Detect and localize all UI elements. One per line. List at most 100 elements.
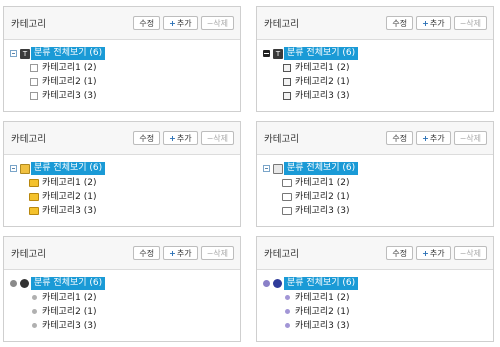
panel-header: 카테고리 수정 +추가 −삭제	[4, 122, 240, 155]
panel-header: 카테고리 수정 +추가 −삭제	[257, 237, 493, 270]
category-label[interactable]: 카테고리1 (2)	[42, 176, 96, 190]
category-label[interactable]: 카테고리2 (1)	[42, 190, 96, 204]
edit-button[interactable]: 수정	[386, 16, 414, 30]
edit-button[interactable]: 수정	[133, 131, 161, 145]
category-label[interactable]: 카테고리3 (3)	[295, 204, 349, 218]
bullet-icon	[285, 323, 290, 328]
root-category-label[interactable]: 분류 전체보기 (6)	[31, 162, 106, 175]
category-panel-1: 카테고리 수정 +추가 −삭제 T 분류 전체보기 (6) 카테고리1 (2) …	[3, 6, 241, 112]
add-button[interactable]: +추가	[163, 131, 198, 145]
bullet-icon	[285, 295, 290, 300]
collapse-toggle-icon[interactable]	[263, 165, 270, 172]
add-button[interactable]: +추가	[163, 16, 198, 30]
delete-button[interactable]: −삭제	[200, 131, 234, 145]
category-label[interactable]: 카테고리1 (2)	[42, 291, 96, 305]
add-button[interactable]: +추가	[163, 246, 198, 260]
page-icon	[30, 78, 38, 86]
page-icon	[283, 92, 291, 100]
edit-button[interactable]: 수정	[386, 246, 414, 260]
panel-title: 카테고리	[264, 134, 299, 145]
plus-icon: +	[422, 134, 429, 143]
panel-header: 카테고리 수정 +추가 −삭제	[4, 237, 240, 270]
collapse-toggle-icon[interactable]	[10, 50, 17, 57]
category-label[interactable]: 카테고리1 (2)	[42, 61, 96, 75]
add-label: 추가	[429, 134, 445, 143]
collapse-toggle-icon[interactable]	[10, 165, 17, 172]
category-label[interactable]: 카테고리3 (3)	[42, 89, 96, 103]
plus-icon: +	[169, 134, 176, 143]
bullet-icon	[32, 323, 37, 328]
delete-button[interactable]: −삭제	[453, 16, 487, 30]
delete-label: 삭제	[213, 19, 228, 28]
delete-label: 삭제	[213, 249, 228, 258]
category-label[interactable]: 카테고리1 (2)	[295, 176, 349, 190]
delete-button[interactable]: −삭제	[200, 246, 234, 260]
delete-button[interactable]: −삭제	[200, 16, 234, 30]
category-label[interactable]: 카테고리3 (3)	[295, 319, 349, 333]
category-label[interactable]: 카테고리3 (3)	[42, 204, 96, 218]
page-icon	[283, 78, 291, 86]
panel-title: 카테고리	[264, 19, 299, 30]
category-label[interactable]: 카테고리2 (1)	[295, 190, 349, 204]
root-t-icon: T	[273, 49, 283, 59]
delete-button[interactable]: −삭제	[453, 246, 487, 260]
collapse-toggle-icon[interactable]	[263, 50, 270, 57]
bullet-icon	[32, 295, 37, 300]
panel-buttons: 수정 +추가 −삭제	[133, 131, 234, 145]
add-label: 추가	[429, 19, 445, 28]
root-category-label[interactable]: 분류 전체보기 (6)	[284, 47, 359, 60]
category-label[interactable]: 카테고리3 (3)	[295, 89, 349, 103]
collapse-toggle-icon[interactable]	[10, 280, 17, 287]
add-label: 추가	[176, 19, 192, 28]
delete-label: 삭제	[466, 19, 481, 28]
edit-button[interactable]: 수정	[386, 131, 414, 145]
category-label[interactable]: 카테고리2 (1)	[295, 305, 349, 319]
category-label[interactable]: 카테고리1 (2)	[295, 291, 349, 305]
delete-label: 삭제	[466, 249, 481, 258]
panel-title: 카테고리	[264, 249, 299, 260]
panel-buttons: 수정 +추가 −삭제	[133, 246, 234, 260]
add-label: 추가	[176, 134, 192, 143]
add-label: 추가	[176, 249, 192, 258]
folder-icon	[29, 207, 39, 215]
folder-icon	[29, 179, 39, 187]
add-label: 추가	[429, 249, 445, 258]
panel-buttons: 수정 +추가 −삭제	[386, 131, 487, 145]
category-label[interactable]: 카테고리1 (2)	[295, 61, 349, 75]
edit-button[interactable]: 수정	[133, 246, 161, 260]
edit-button[interactable]: 수정	[133, 16, 161, 30]
root-category-label[interactable]: 분류 전체보기 (6)	[31, 47, 106, 60]
panel-title: 카테고리	[11, 19, 46, 30]
category-label[interactable]: 카테고리2 (1)	[295, 75, 349, 89]
panel-buttons: 수정 +추가 −삭제	[386, 16, 487, 30]
category-panel-4: 카테고리 수정 +추가 −삭제 분류 전체보기 (6) 카테고리1 (2) 카테…	[256, 121, 494, 227]
add-button[interactable]: +추가	[416, 131, 451, 145]
panel-header: 카테고리 수정 +추가 −삭제	[257, 122, 493, 155]
box-icon	[273, 164, 283, 174]
bullet-icon	[32, 309, 37, 314]
category-label[interactable]: 카테고리2 (1)	[42, 75, 96, 89]
category-panel-2: 카테고리 수정 +추가 −삭제 T 분류 전체보기 (6) 카테고리1 (2) …	[256, 6, 494, 112]
page-icon	[30, 64, 38, 72]
panel-header: 카테고리 수정 +추가 −삭제	[4, 7, 240, 40]
category-label[interactable]: 카테고리2 (1)	[42, 305, 96, 319]
delete-button[interactable]: −삭제	[453, 131, 487, 145]
root-category-label[interactable]: 분류 전체보기 (6)	[31, 277, 106, 290]
folder-icon	[29, 193, 39, 201]
root-dot-icon	[273, 279, 282, 288]
panel-title: 카테고리	[11, 134, 46, 145]
add-button[interactable]: +추가	[416, 246, 451, 260]
collapse-toggle-icon[interactable]	[263, 280, 270, 287]
plus-icon: +	[422, 19, 429, 28]
plus-icon: +	[169, 249, 176, 258]
category-label[interactable]: 카테고리3 (3)	[42, 319, 96, 333]
root-category-label[interactable]: 분류 전체보기 (6)	[284, 277, 359, 290]
folder-outline-icon	[282, 193, 292, 201]
plus-icon: +	[169, 19, 176, 28]
category-panel-6: 카테고리 수정 +추가 −삭제 분류 전체보기 (6) 카테고리1 (2) 카테…	[256, 236, 494, 342]
delete-label: 삭제	[466, 134, 481, 143]
panel-title: 카테고리	[11, 249, 46, 260]
root-category-label[interactable]: 분류 전체보기 (6)	[284, 162, 359, 175]
add-button[interactable]: +추가	[416, 16, 451, 30]
delete-label: 삭제	[213, 134, 228, 143]
